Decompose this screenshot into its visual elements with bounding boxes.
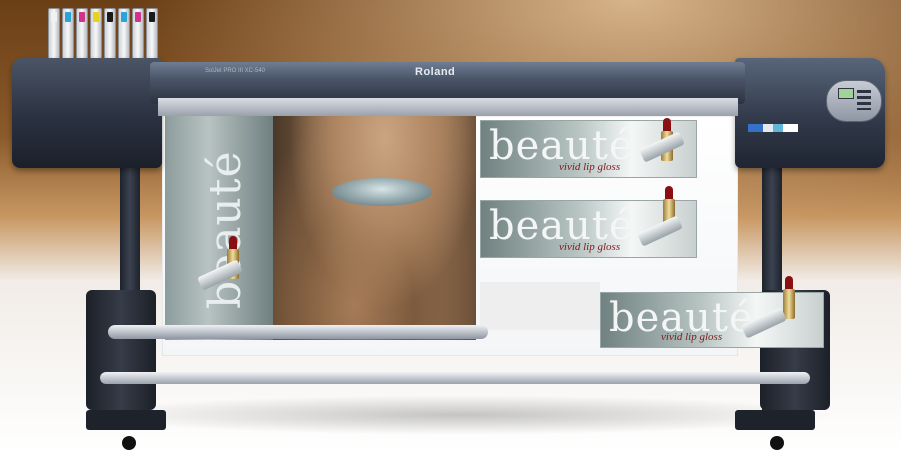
right-foot: [735, 410, 815, 430]
certification-stickers: [748, 124, 798, 132]
brand-logo: Roland: [415, 66, 456, 78]
ink-cartridge-rack: [48, 8, 160, 60]
portrait-image: [273, 116, 476, 340]
panel-display: [838, 88, 854, 99]
control-panel: [826, 80, 882, 122]
ink-cartridge: [76, 8, 88, 60]
printer-left-housing: [12, 58, 162, 168]
banner-subtitle: vivid lip gloss: [559, 161, 621, 173]
stand-crossbar: [100, 372, 810, 384]
panel-keypad: [857, 90, 871, 110]
ink-cartridge: [48, 8, 60, 60]
ink-cartridge: [118, 8, 130, 60]
ink-cartridge: [62, 8, 74, 60]
caster-wheel: [122, 436, 136, 450]
ink-cartridge: [104, 8, 116, 60]
banner-subtitle: vivid lip gloss: [661, 331, 723, 343]
left-foot: [86, 410, 166, 430]
floor-shadow: [80, 395, 840, 435]
model-label: SolJet PRO III XC-540: [205, 68, 266, 74]
blank-print-area: [480, 282, 600, 330]
vertical-beaute-text: beauté: [200, 150, 251, 310]
left-takeup-unit: [86, 290, 156, 410]
caster-wheel: [770, 436, 784, 450]
print-carriage-rail: [158, 98, 738, 116]
ink-cartridge: [146, 8, 158, 60]
silver-lips: [332, 178, 432, 206]
media-roller: [108, 325, 488, 339]
ink-cartridge: [90, 8, 102, 60]
ink-cartridge: [132, 8, 144, 60]
banner-subtitle: vivid lip gloss: [559, 241, 621, 253]
